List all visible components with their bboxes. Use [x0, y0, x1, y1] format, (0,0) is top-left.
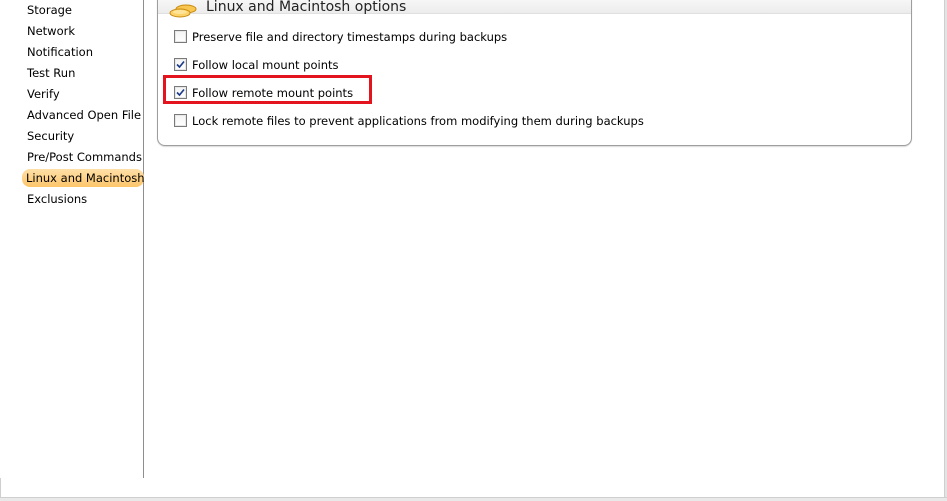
panel-title: Linux and Macintosh options	[206, 0, 407, 15]
sidebar-item-storage[interactable]: Storage	[22, 1, 141, 19]
highlight-box	[163, 75, 372, 104]
sidebar-item-security[interactable]: Security	[22, 127, 141, 145]
sidebar-item-verify[interactable]: Verify	[22, 85, 141, 103]
option-label: Lock remote files to prevent application…	[192, 114, 644, 128]
sidebar-item-network[interactable]: Network	[22, 22, 141, 40]
lock-remote-files-checkbox[interactable]	[174, 114, 187, 127]
sidebar-item-pre-post-commands[interactable]: Pre/Post Commands	[22, 148, 142, 166]
sidebar-item-test-run[interactable]: Test Run	[22, 64, 141, 82]
sidebar-item-advanced-open-file[interactable]: Advanced Open File	[22, 106, 141, 124]
checkmark-icon	[176, 60, 185, 69]
sidebar-item-linux-and-macintosh[interactable]: Linux and Macintosh	[22, 169, 145, 187]
sidebar: Storage Network Notification Test Run Ve…	[0, 0, 145, 478]
follow-local-mount-points-checkbox[interactable]	[174, 58, 187, 71]
panel-header: Linux and Macintosh options	[158, 0, 911, 18]
option-label: Preserve file and directory timestamps d…	[192, 30, 508, 44]
preserve-timestamps-checkbox[interactable]	[174, 30, 187, 43]
sidebar-item-exclusions[interactable]: Exclusions	[22, 190, 141, 208]
sidebar-item-notification[interactable]: Notification	[22, 43, 141, 61]
option-label: Follow local mount points	[192, 58, 339, 72]
window-bottom-edge	[0, 497, 947, 501]
database-icon	[168, 1, 198, 21]
